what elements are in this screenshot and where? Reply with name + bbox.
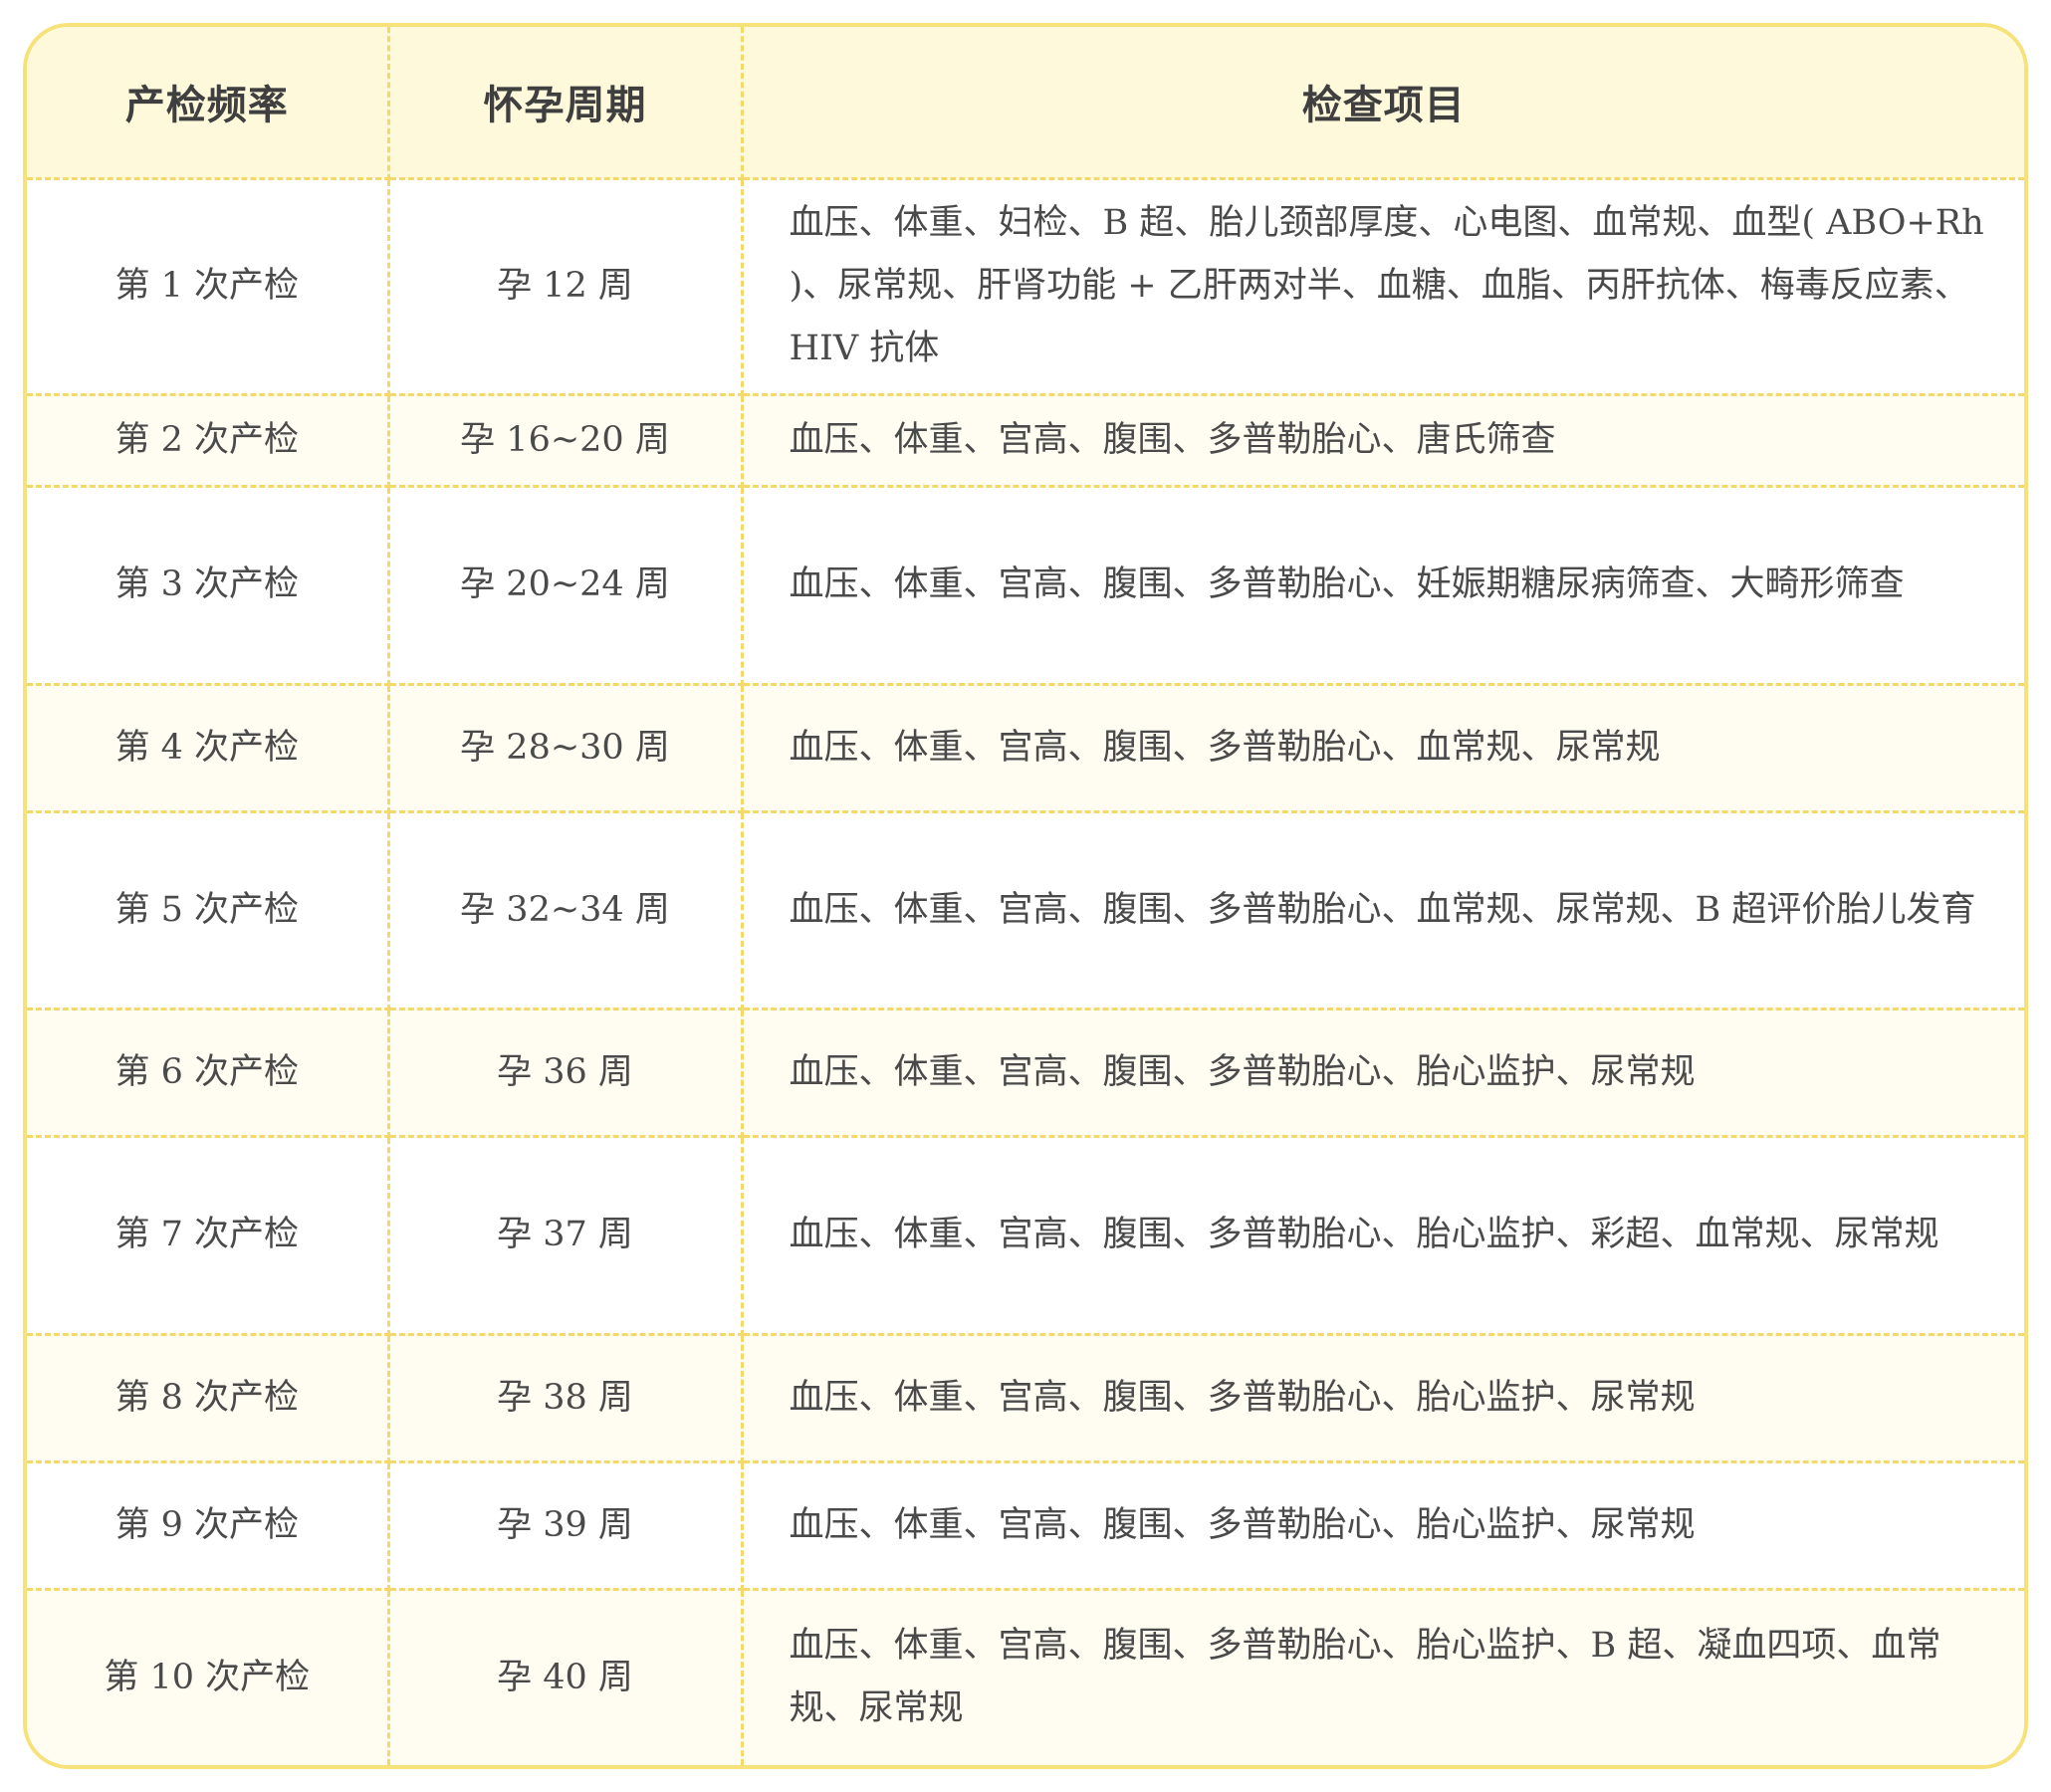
- cell-frequency: 第 9 次产检: [27, 1461, 390, 1591]
- table-row: 第 3 次产检 孕 20~24 周 血压、体重、宫高、腹围、多普勒胎心、妊娠期糖…: [27, 486, 2024, 686]
- cell-period: 孕 12 周: [388, 178, 744, 396]
- table-row: 第 6 次产检 孕 36 周 血压、体重、宫高、腹围、多普勒胎心、胎心监护、尿常…: [27, 1008, 2024, 1138]
- cell-items: 血压、体重、宫高、腹围、多普勒胎心、胎心监护、尿常规: [742, 1334, 2024, 1463]
- cell-frequency: 第 7 次产检: [27, 1136, 390, 1336]
- cell-items: 血压、体重、宫高、腹围、多普勒胎心、胎心监护、尿常规: [742, 1461, 2024, 1591]
- header-frequency: 产检频率: [27, 27, 390, 180]
- cell-period: 孕 16~20 周: [388, 394, 744, 488]
- table-row: 第 8 次产检 孕 38 周 血压、体重、宫高、腹围、多普勒胎心、胎心监护、尿常…: [27, 1334, 2024, 1463]
- prenatal-exam-table-frame: 产检频率 怀孕周期 检查项目 第 1 次产检 孕 12 周 血压、体重、妇检、B…: [23, 23, 2028, 1769]
- cell-period: 孕 32~34 周: [388, 811, 744, 1010]
- cell-frequency: 第 10 次产检: [27, 1589, 390, 1765]
- header-items: 检查项目: [742, 27, 2024, 180]
- cell-period: 孕 28~30 周: [388, 684, 744, 813]
- cell-frequency: 第 6 次产检: [27, 1008, 390, 1138]
- header-row: 产检频率 怀孕周期 检查项目: [27, 27, 2024, 180]
- cell-period: 孕 38 周: [388, 1334, 744, 1463]
- cell-items: 血压、体重、宫高、腹围、多普勒胎心、血常规、尿常规、B 超评价胎儿发育: [742, 811, 2024, 1010]
- cell-items: 血压、体重、宫高、腹围、多普勒胎心、唐氏筛查: [742, 394, 2024, 488]
- cell-items: 血压、体重、宫高、腹围、多普勒胎心、胎心监护、B 超、凝血四项、血常规、尿常规: [789, 1626, 1941, 1729]
- cell-period: 孕 20~24 周: [388, 486, 744, 686]
- cell-items: 血压、体重、宫高、腹围、多普勒胎心、胎心监护、尿常规: [742, 1008, 2024, 1138]
- cell-period: 孕 37 周: [388, 1136, 744, 1336]
- cell-items: 血压、体重、妇检、B 超、胎儿颈部厚度、心电图、血常规、血型( ABO+Rh )…: [742, 178, 2024, 396]
- cell-frequency: 第 3 次产检: [27, 486, 390, 686]
- cell-frequency: 第 2 次产检: [27, 394, 390, 488]
- cell-frequency: 第 8 次产检: [27, 1334, 390, 1463]
- cell-frequency: 第 4 次产检: [27, 684, 390, 813]
- cell-frequency: 第 1 次产检: [27, 178, 390, 396]
- cell-period: 孕 36 周: [388, 1008, 744, 1138]
- table-row: 第 10 次产检 孕 40 周 血压、体重、宫高、腹围、多普勒胎心、胎心监护、B…: [27, 1589, 2024, 1765]
- table-header: 产检频率 怀孕周期 检查项目: [27, 27, 2024, 180]
- table-row: 第 5 次产检 孕 32~34 周 血压、体重、宫高、腹围、多普勒胎心、血常规、…: [27, 811, 2024, 1010]
- table-body: 第 1 次产检 孕 12 周 血压、体重、妇检、B 超、胎儿颈部厚度、心电图、血…: [27, 178, 2024, 1765]
- header-period: 怀孕周期: [388, 27, 744, 180]
- table-row: 第 2 次产检 孕 16~20 周 血压、体重、宫高、腹围、多普勒胎心、唐氏筛查: [27, 394, 2024, 488]
- table-row: 第 9 次产检 孕 39 周 血压、体重、宫高、腹围、多普勒胎心、胎心监护、尿常…: [27, 1461, 2024, 1591]
- prenatal-exam-table: 产检频率 怀孕周期 检查项目 第 1 次产检 孕 12 周 血压、体重、妇检、B…: [27, 27, 2024, 1765]
- cell-items: 血压、体重、宫高、腹围、多普勒胎心、胎心监护、彩超、血常规、尿常规: [742, 1136, 2024, 1336]
- cell-frequency: 第 5 次产检: [27, 811, 390, 1010]
- table-row: 第 4 次产检 孕 28~30 周 血压、体重、宫高、腹围、多普勒胎心、血常规、…: [27, 684, 2024, 813]
- cell-items: 血压、体重、宫高、腹围、多普勒胎心、妊娠期糖尿病筛查、大畸形筛查: [742, 486, 2024, 686]
- table-row: 第 7 次产检 孕 37 周 血压、体重、宫高、腹围、多普勒胎心、胎心监护、彩超…: [27, 1136, 2024, 1336]
- cell-items: 血压、体重、宫高、腹围、多普勒胎心、血常规、尿常规: [742, 684, 2024, 813]
- cell-period: 孕 39 周: [388, 1461, 744, 1591]
- cell-period: 孕 40 周: [388, 1589, 744, 1765]
- table-row: 第 1 次产检 孕 12 周 血压、体重、妇检、B 超、胎儿颈部厚度、心电图、血…: [27, 178, 2024, 396]
